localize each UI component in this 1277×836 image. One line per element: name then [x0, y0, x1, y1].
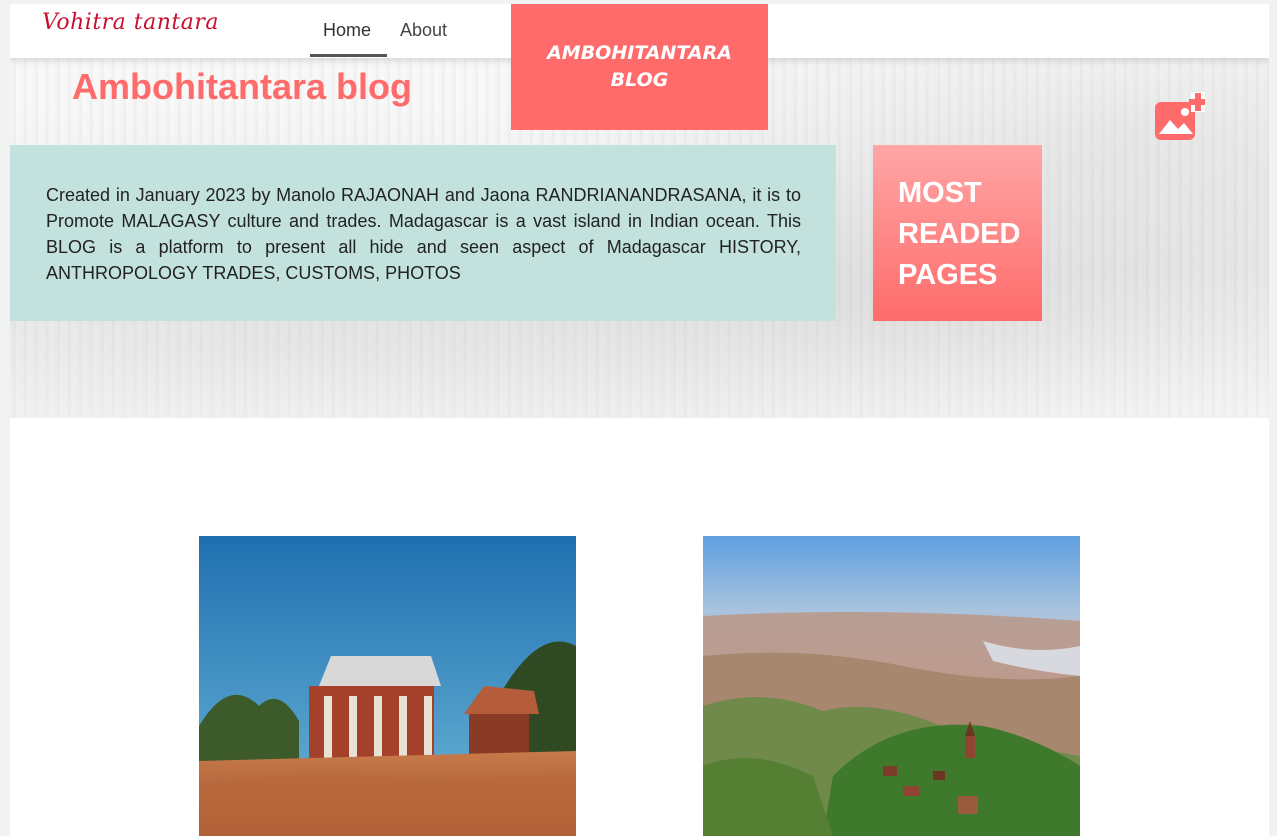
most-read-line1: MOST	[898, 177, 982, 209]
brand-logo[interactable]: Vohitra tantara	[42, 10, 219, 35]
hero-title: Ambohitantara blog	[72, 66, 412, 107]
nav-home-link[interactable]: Home	[323, 20, 371, 41]
most-read-line2: READED	[898, 218, 1021, 250]
brand-name: Vohitra tantara	[42, 10, 220, 35]
highland-landscape-photo[interactable]	[703, 536, 1080, 836]
blog-badge-line1: AMBOHITANTARA	[547, 42, 732, 64]
nav-about-link[interactable]: About	[400, 20, 447, 41]
intro-text: Created in January 2023 by Manolo RAJAON…	[46, 185, 801, 283]
intro-panel: Created in January 2023 by Manolo RAJAON…	[10, 145, 836, 321]
active-tab-indicator	[310, 54, 387, 57]
add-photo-icon[interactable]	[1153, 92, 1207, 144]
blog-badge-line2: BLOG	[610, 69, 669, 91]
blog-badge[interactable]: AMBOHITANTARA BLOG	[511, 4, 768, 130]
traditional-house-photo[interactable]	[199, 536, 576, 836]
most-read-line3: PAGES	[898, 259, 998, 291]
page: Vohitra tantara Home About AMBOHITANTARA…	[10, 4, 1269, 836]
most-read-pages-button[interactable]: MOST READED PAGES	[873, 145, 1042, 321]
